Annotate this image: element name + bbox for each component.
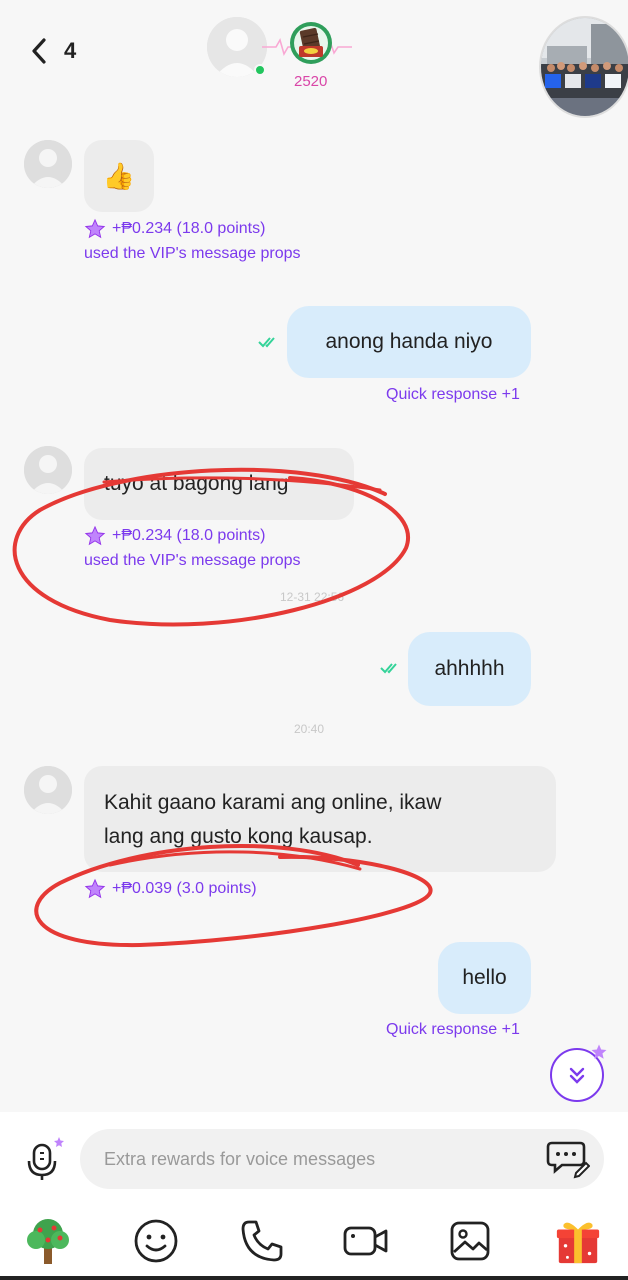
online-status-dot	[254, 64, 266, 76]
gift-button[interactable]	[554, 1216, 602, 1266]
quick-response-note: Quick response +1	[386, 1021, 520, 1038]
voice-call-button[interactable]	[238, 1216, 286, 1266]
purple-star-icon	[591, 1044, 607, 1059]
gift-icon	[556, 1222, 600, 1264]
image-button[interactable]	[446, 1216, 494, 1266]
emoji-icon	[134, 1219, 178, 1263]
back-icon[interactable]	[26, 34, 54, 68]
bottom-toolbar	[0, 1204, 628, 1280]
video-call-button[interactable]	[342, 1216, 390, 1266]
message-text-line: Kahit gaano karami ang online, ikaw	[104, 791, 442, 814]
purple-star-icon	[84, 218, 106, 239]
read-check-icon	[380, 663, 397, 674]
profile-photo[interactable]	[539, 16, 628, 118]
emoji-button[interactable]	[132, 1216, 180, 1266]
message-text: ahhhhh	[434, 657, 505, 680]
message-timestamp: 20:40	[294, 722, 325, 736]
message-text: anong handa niyo	[325, 330, 493, 353]
message-bubble[interactable]: hello	[438, 942, 531, 1014]
video-call-icon	[343, 1226, 388, 1256]
microphone-icon[interactable]	[24, 1137, 64, 1181]
image-icon	[450, 1221, 490, 1261]
read-check-icon	[258, 337, 275, 348]
points-counter: 2520	[294, 73, 328, 90]
bottom-divider	[0, 1276, 628, 1280]
input-placeholder: Extra rewards for voice messages	[104, 1149, 376, 1169]
unread-count[interactable]: 4	[64, 38, 76, 64]
message-bubble[interactable]: ahhhhh	[408, 632, 531, 706]
tree-button[interactable]	[24, 1216, 72, 1266]
red-annotation-circle	[34, 844, 433, 948]
message-bubble[interactable]: anong handa niyo	[287, 306, 531, 378]
tree-icon	[27, 1219, 69, 1264]
double-chevron-down-icon	[569, 1067, 585, 1084]
message-text: hello	[462, 966, 507, 989]
phone-icon	[241, 1220, 283, 1262]
quick-response-note: Quick response +1	[386, 386, 520, 403]
props-note: used the VIP's message props	[84, 245, 301, 262]
message-text: 👍	[102, 161, 136, 191]
reward-text: +₱0.234 (18.0 points)	[112, 220, 266, 237]
reward-line: +₱0.234 (18.0 points)	[84, 218, 265, 240]
message-bubble[interactable]: 👍	[84, 140, 154, 212]
chocolate-gift-badge-icon	[290, 22, 332, 64]
sender-avatar[interactable]	[24, 766, 72, 814]
sender-avatar[interactable]	[24, 140, 72, 188]
red-annotation-circle	[12, 467, 410, 627]
quick-reply-icon[interactable]	[546, 1139, 590, 1179]
